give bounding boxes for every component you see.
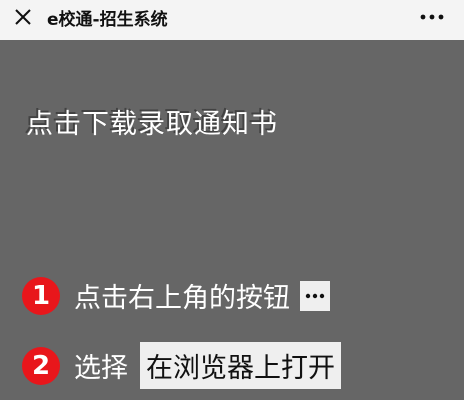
close-button[interactable] (10, 4, 36, 30)
page-title: e校通-招生系统 (47, 10, 168, 30)
more-horizontal-icon (420, 14, 444, 20)
download-link: 点击下载录取通知书 (26, 109, 278, 140)
step-text: 点击右上角的按钮 (74, 283, 290, 314)
open-in-browser-hint: 在浏览器上打开 (140, 342, 341, 389)
step-text: 选择 (74, 353, 128, 384)
more-button-hint (300, 280, 330, 311)
instruction-step-2: 2 选择 在浏览器上打开 (22, 342, 341, 389)
step-number-badge: 1 (22, 276, 60, 315)
more-horizontal-icon (305, 293, 325, 298)
instruction-step-1: 1 点击右上角的按钮 (22, 276, 330, 315)
close-icon (15, 9, 31, 25)
step-number-badge: 2 (22, 346, 60, 385)
more-button[interactable] (418, 8, 446, 26)
title-bar: e校通-招生系统 (0, 0, 464, 40)
